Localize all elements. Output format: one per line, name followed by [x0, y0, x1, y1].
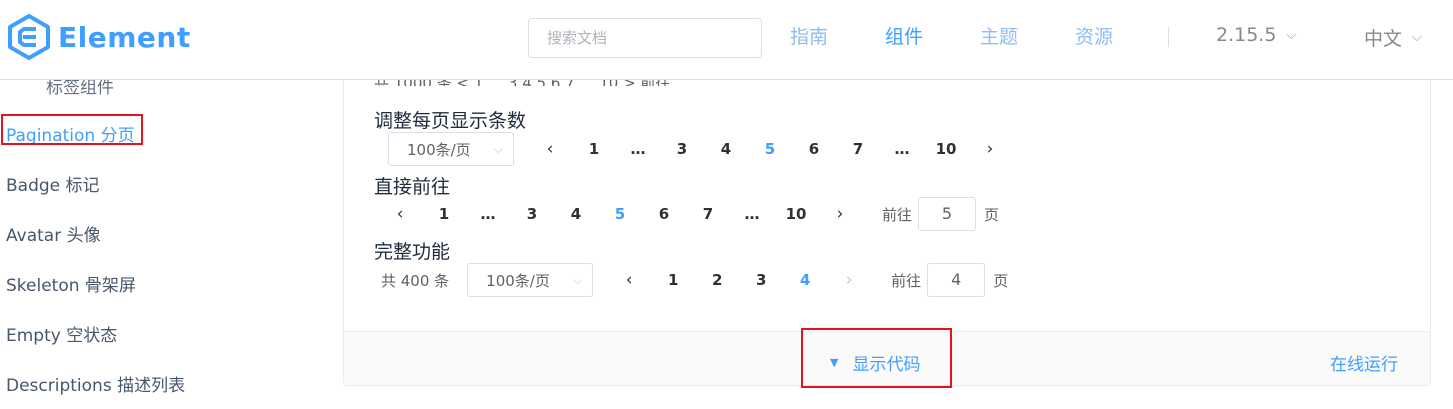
pagination-jumper: ‹ 1 … 3 4 5 6 7 … 10 › 前往 5 页 — [378, 197, 999, 231]
version-dropdown[interactable]: 2.15.5 ⌵ — [1216, 24, 1296, 46]
page-size-select[interactable]: 100条/页 ⌵ — [388, 132, 514, 166]
page-ellipsis[interactable]: … — [880, 140, 924, 158]
nav-divider — [1168, 27, 1169, 47]
nav-resource[interactable]: 资源 — [1075, 22, 1113, 49]
section-title-sizes: 调整每页显示条数 — [374, 110, 527, 132]
page-item[interactable]: 3 — [660, 140, 704, 158]
page-ellipsis[interactable]: … — [730, 205, 774, 223]
page-jumper: 前往 4 页 — [891, 263, 1008, 297]
nav-guide[interactable]: 指南 — [790, 22, 828, 49]
page-item-active[interactable]: 4 — [783, 271, 827, 289]
prev-page-icon[interactable]: ‹ — [528, 139, 572, 159]
page-item[interactable]: 4 — [704, 140, 748, 158]
chevron-down-icon: ⌵ — [493, 141, 503, 156]
page-item[interactable]: 1 — [651, 271, 695, 289]
sidebar-item-badge[interactable]: Badge 标记 — [6, 171, 100, 196]
prev-page-icon[interactable]: ‹ — [378, 204, 422, 224]
language-label: 中文 — [1364, 28, 1403, 50]
page-ellipsis[interactable]: … — [616, 140, 660, 158]
page-item[interactable]: 7 — [686, 205, 730, 223]
jump-suffix: 页 — [984, 205, 1000, 224]
page-item[interactable]: 10 — [924, 140, 968, 158]
chevron-down-icon: ⌵ — [1412, 30, 1422, 45]
section-title-full: 完整功能 — [374, 241, 451, 263]
prev-page-icon[interactable]: ‹ — [607, 270, 651, 290]
language-dropdown[interactable]: 中文 ⌵ — [1364, 24, 1422, 51]
jump-suffix: 页 — [993, 271, 1009, 290]
page-size-value: 100条/页 — [486, 271, 550, 290]
pagination-full: 共 400 条 100条/页 ⌵ ‹ 1 2 3 4 › 前往 4 页 — [381, 263, 1008, 297]
page-item[interactable]: 3 — [739, 271, 783, 289]
page-jumper: 前往 5 页 — [882, 197, 999, 231]
page-item[interactable]: 6 — [792, 140, 836, 158]
sidebar-item-avatar[interactable]: Avatar 头像 — [6, 221, 101, 246]
highlight-show-code — [801, 328, 952, 388]
page-item[interactable]: 1 — [422, 205, 466, 223]
sidebar-item-skeleton[interactable]: Skeleton 骨架屏 — [6, 271, 136, 296]
page-ellipsis[interactable]: … — [466, 205, 510, 223]
page-size-select[interactable]: 100条/页 ⌵ — [467, 263, 594, 297]
page-item-active[interactable]: 5 — [598, 205, 642, 223]
page-item[interactable]: 2 — [695, 271, 739, 289]
total-count: 共 400 条 — [381, 271, 450, 290]
page-item[interactable]: 4 — [554, 205, 598, 223]
logo-text: Element — [58, 20, 191, 54]
search-input[interactable] — [528, 18, 762, 58]
next-page-icon[interactable]: › — [827, 270, 871, 290]
jump-page-input[interactable]: 4 — [927, 263, 986, 297]
nav-theme[interactable]: 主题 — [980, 22, 1018, 49]
next-page-icon[interactable]: › — [968, 139, 1012, 159]
page-item[interactable]: 10 — [774, 205, 818, 223]
top-header: Element 指南 组件 主题 资源 2.15.5 ⌵ 中文 ⌵ — [0, 0, 1453, 80]
pagination-sizes: 100条/页 ⌵ ‹ 1 … 3 4 5 6 7 … 10 › — [388, 132, 1012, 166]
jump-prefix: 前往 — [891, 271, 922, 290]
sidebar-item-empty[interactable]: Empty 空状态 — [6, 321, 117, 346]
jump-page-input[interactable]: 5 — [918, 197, 977, 231]
page-item[interactable]: 7 — [836, 140, 880, 158]
page-size-value: 100条/页 — [407, 140, 471, 159]
sidebar-item-descriptions[interactable]: Descriptions 描述列表 — [6, 371, 185, 396]
page-item[interactable]: 6 — [642, 205, 686, 223]
section-title-jumper: 直接前往 — [374, 176, 451, 198]
logo[interactable]: Element — [6, 14, 191, 60]
page-item[interactable]: 1 — [572, 140, 616, 158]
version-label: 2.15.5 — [1216, 24, 1277, 46]
page-item[interactable]: 3 — [510, 205, 554, 223]
run-online-button[interactable]: 在线运行 — [1330, 350, 1398, 375]
chevron-down-icon: ⌵ — [573, 272, 583, 287]
element-logo-icon — [8, 14, 50, 60]
chevron-down-icon: ⌵ — [1286, 27, 1297, 43]
page-item-active[interactable]: 5 — [748, 140, 792, 158]
jump-prefix: 前往 — [882, 205, 913, 224]
highlight-pagination — [1, 114, 143, 145]
next-page-icon[interactable]: › — [818, 204, 862, 224]
nav-component[interactable]: 组件 — [885, 22, 923, 49]
